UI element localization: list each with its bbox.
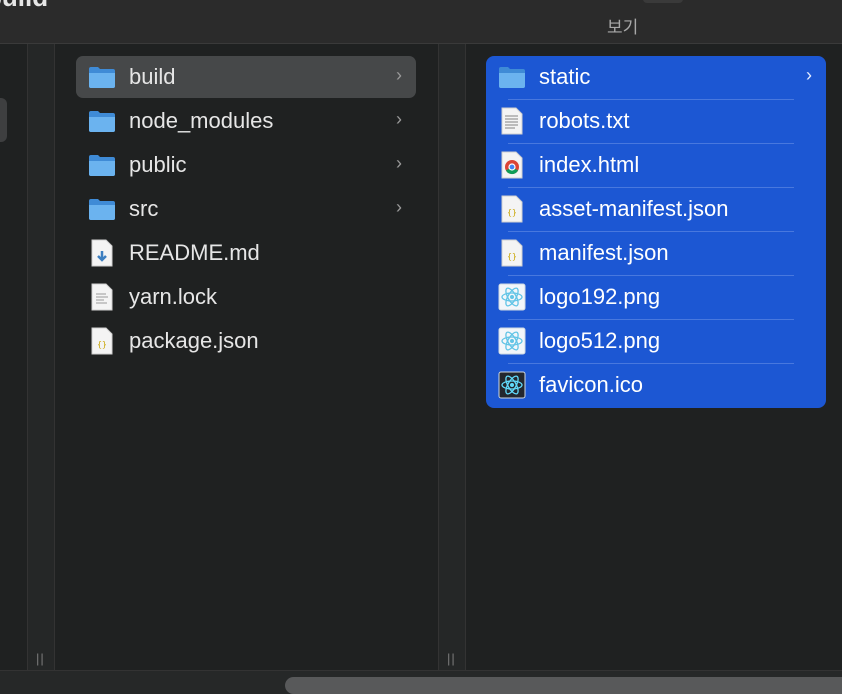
list-item-node-modules[interactable]: node_modules › <box>76 100 416 142</box>
folder-icon <box>88 107 116 135</box>
item-label: asset-manifest.json <box>539 196 729 221</box>
column-divider-2[interactable]: || <box>438 44 466 670</box>
react-favicon-icon <box>498 371 526 399</box>
item-label: manifest.json <box>539 240 669 265</box>
column-divider-1[interactable]: || <box>27 44 55 670</box>
list-item-asset-manifest-json[interactable]: {} asset-manifest.json <box>486 188 826 230</box>
view-label[interactable]: 보기 <box>607 13 638 38</box>
list-item-robots-txt[interactable]: robots.txt <box>486 100 826 142</box>
item-label: package.json <box>129 328 259 353</box>
chevron-right-icon: › <box>806 65 812 85</box>
list-item-static[interactable]: static › <box>486 56 826 98</box>
item-label: robots.txt <box>539 108 630 133</box>
list-item-manifest-json[interactable]: {} manifest.json <box>486 232 826 274</box>
chevron-right-icon: › <box>396 109 402 129</box>
folder-icon <box>88 151 116 179</box>
chevron-right-icon: › <box>396 153 402 173</box>
list-item-yarn-lock[interactable]: yarn.lock <box>76 276 416 318</box>
chrome-html-icon <box>498 151 526 179</box>
json-file-icon: {} <box>88 327 116 355</box>
item-label: index.html <box>539 152 640 177</box>
text-file-icon <box>498 107 526 135</box>
list-item-logo192-png[interactable]: logo192.png <box>486 276 826 318</box>
toolbar-segment[interactable] <box>643 0 683 3</box>
svg-text:{}: {} <box>507 208 517 217</box>
item-label: build <box>129 64 176 89</box>
list-item-index-html[interactable]: index.html <box>486 144 826 186</box>
markdown-file-icon <box>88 239 116 267</box>
list-item-public[interactable]: public › <box>76 144 416 186</box>
item-label: logo192.png <box>539 284 661 309</box>
list-item-favicon-ico[interactable]: favicon.ico <box>486 364 826 406</box>
list-item-build[interactable]: build › <box>76 56 416 98</box>
chevron-right-icon: › <box>396 65 402 85</box>
column-root <box>0 44 26 670</box>
react-logo-icon <box>498 327 526 355</box>
item-label: public <box>129 152 187 177</box>
folder-icon <box>88 195 116 223</box>
svg-text:{}: {} <box>97 340 107 349</box>
text-file-icon <box>88 283 116 311</box>
item-label: node_modules <box>129 108 274 133</box>
previous-column-selection[interactable] <box>0 98 7 142</box>
list-item-src[interactable]: src › <box>76 188 416 230</box>
json-file-icon: {} <box>498 239 526 267</box>
folder-icon <box>88 63 116 91</box>
window-title: build <box>0 0 48 13</box>
column-resize-handle-icon[interactable]: || <box>447 651 456 666</box>
list-item-package-json[interactable]: {} package.json <box>76 320 416 362</box>
toolbar: build 보기 <box>0 0 842 44</box>
horizontal-scroll-thumb[interactable] <box>285 677 842 694</box>
column-resize-handle-icon[interactable]: || <box>36 651 45 666</box>
item-label: logo512.png <box>539 328 661 353</box>
item-label: favicon.ico <box>539 372 643 397</box>
item-label: README.md <box>129 240 260 265</box>
column-parent: build › node_modules › public › src › RE… <box>55 44 437 670</box>
chevron-right-icon: › <box>396 197 402 217</box>
item-label: static <box>539 64 591 89</box>
column-build: static › robots.txt index.html {} asset-… <box>466 44 842 670</box>
svg-text:{}: {} <box>507 252 517 261</box>
list-item-logo512-png[interactable]: logo512.png <box>486 320 826 362</box>
folder-icon <box>498 63 526 91</box>
item-label: yarn.lock <box>129 284 218 309</box>
item-label: src <box>129 196 159 221</box>
list-item-readme[interactable]: README.md <box>76 232 416 274</box>
react-logo-icon <box>498 283 526 311</box>
json-file-icon: {} <box>498 195 526 223</box>
